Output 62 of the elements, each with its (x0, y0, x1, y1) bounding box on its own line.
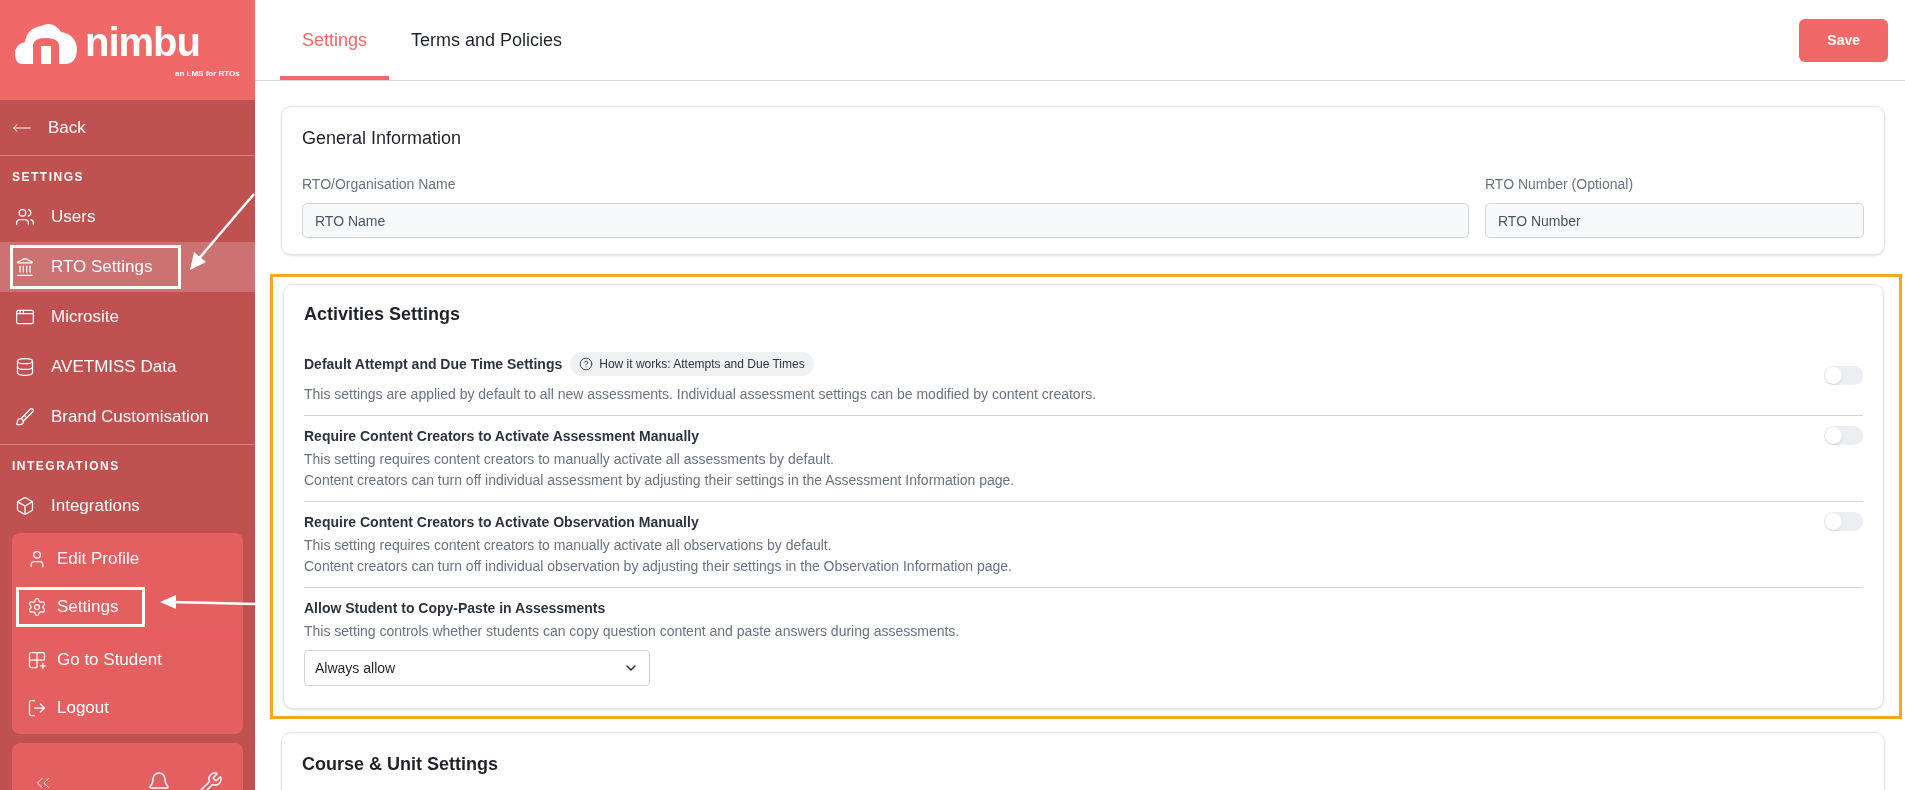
setting-description: This setting requires content creators to manually activate all observations by default. (304, 536, 833, 555)
bank-icon (15, 257, 35, 277)
menu-label: Brand Customisation (51, 406, 209, 429)
setting-title: Require Content Creators to Activate Observation Manually (304, 513, 699, 532)
users-icon (15, 207, 35, 227)
section-heading: SETTINGS (11, 169, 85, 186)
window-icon (15, 307, 35, 327)
logout-icon (27, 698, 47, 718)
menu-item[interactable]: Logout (12, 684, 243, 732)
menu-label: Microsite (51, 306, 119, 329)
setting-description: Content creators can turn off individual assessment by adjusting their settings in the Assessment Information page. (304, 471, 1016, 490)
menu-label: Logout (57, 697, 109, 720)
menu-item[interactable]: Go to Student (12, 636, 243, 684)
bell-icon[interactable] (147, 771, 171, 790)
setting-description: This setting controls whether students can copy question content and paste answers during assessments. (304, 622, 961, 641)
menu-label: Integrations (51, 495, 140, 518)
setting-description: Content creators can turn off individual observation by adjusting their settings in the Observation Information page. (304, 557, 1013, 576)
help-link[interactable]: How it works: Attempts and Due Times (570, 352, 814, 376)
menu-label: Users (51, 206, 96, 229)
field-label: RTO Number (Optional) (1485, 175, 1635, 194)
sidebar-item[interactable]: Brand Customisation (0, 392, 255, 442)
menu-label: AVETMISS Data (51, 356, 177, 379)
card-title: General Information (302, 127, 463, 150)
setting-description: This setting requires content creators to manually activate all assessments by default. (304, 450, 835, 469)
text-field[interactable]: RTO Number (1485, 203, 1864, 238)
menu-item[interactable]: Settings (12, 583, 243, 631)
tab[interactable]: Terms and Policies (389, 0, 585, 80)
grid-plus-icon (27, 650, 47, 670)
toggle-switch[interactable] (1824, 365, 1863, 385)
sidebar-item[interactable]: Integrations (0, 481, 255, 531)
help-icon (579, 357, 594, 371)
menu-item[interactable]: Edit Profile (12, 535, 243, 583)
section-heading: INTEGRATIONS (11, 458, 121, 475)
setting-description: This settings are applied by default to all new assessments. Individual assessment settings can be modified by content creators. (304, 385, 1098, 404)
sidebar-item[interactable]: Users (0, 192, 255, 242)
setting-title: Default Attempt and Due Time Settings (304, 354, 563, 374)
logo-text: nimbu (85, 22, 200, 62)
toggle-switch[interactable] (1824, 512, 1863, 531)
menu-label: Go to Student (57, 649, 162, 672)
text-field[interactable]: RTO Name (302, 203, 1469, 238)
menu-label: Edit Profile (57, 548, 140, 571)
tools-icon[interactable] (199, 771, 223, 790)
logo-tagline: an LMS for RTOs (175, 68, 240, 80)
card-title: Course & Unit Settings (302, 753, 499, 776)
database-icon (15, 357, 35, 377)
setting-title: Require Content Creators to Activate Assessment Manually (304, 427, 699, 446)
sidebar-item[interactable]: RTO Settings (0, 242, 255, 292)
select-dropdown[interactable]: Always allow (304, 650, 650, 686)
menu-label: RTO Settings (51, 256, 153, 279)
cube-icon (15, 496, 35, 516)
tab[interactable]: Settings (280, 0, 390, 80)
toggle-switch[interactable] (1824, 426, 1863, 445)
sidebar-item[interactable]: AVETMISS Data (0, 342, 255, 392)
field-label: RTO/Organisation Name (302, 175, 457, 194)
sidebar-item[interactable]: Microsite (0, 292, 255, 342)
card-title: Activities Settings (304, 303, 462, 326)
menu-label: Settings (57, 596, 119, 619)
settings-icon (27, 597, 47, 617)
brush-icon (15, 407, 35, 427)
back-link[interactable]: Back (0, 100, 255, 156)
setting-title: Allow Student to Copy-Paste in Assessments (304, 599, 606, 618)
save-button[interactable]: Save (1799, 18, 1888, 62)
